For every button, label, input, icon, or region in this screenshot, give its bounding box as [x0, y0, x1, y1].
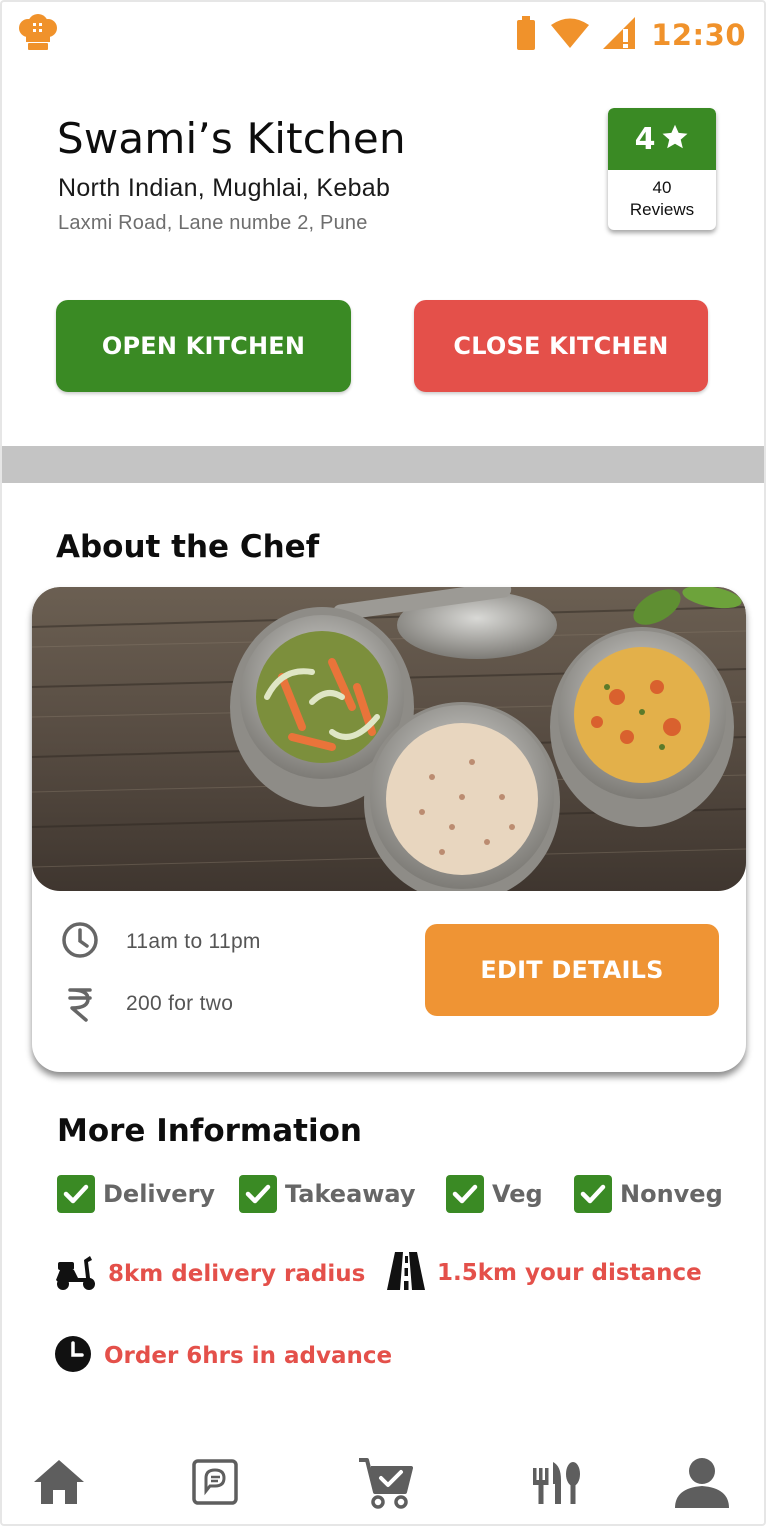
option-label: Veg — [492, 1180, 543, 1208]
service-options: Delivery Takeaway Veg Nonveg — [57, 1175, 737, 1215]
review-label: Reviews — [629, 200, 695, 219]
cart-icon — [357, 1454, 413, 1514]
chef-card: 11am to 11pm 200 for two EDIT DETAILS — [32, 587, 746, 1072]
bottom-navigation — [2, 1442, 764, 1524]
option-takeaway[interactable]: Takeaway — [239, 1175, 416, 1213]
option-label: Takeaway — [285, 1180, 416, 1208]
checkbox-checked-icon[interactable] — [446, 1175, 484, 1213]
checkbox-checked-icon[interactable] — [239, 1175, 277, 1213]
distance-info: 1.5km your distance — [387, 1252, 702, 1294]
rupee-icon — [60, 986, 100, 1022]
scooter-icon — [54, 1252, 96, 1296]
about-chef-heading: About the Chef — [56, 529, 320, 565]
review-count: 40 — [652, 178, 672, 197]
chef-hat-logo-icon — [16, 14, 60, 52]
profile-icon — [673, 1456, 731, 1512]
cutlery-icon — [531, 1458, 581, 1510]
nav-cart[interactable] — [355, 1454, 415, 1514]
delivery-radius-info: 8km delivery radius — [54, 1252, 365, 1296]
food-image — [32, 587, 746, 891]
rating-badge: 4 — [608, 108, 716, 170]
status-indicators: 12:30 — [515, 16, 746, 54]
clock-time: 12:30 — [651, 18, 746, 52]
rating-card[interactable]: 4 40 Reviews — [608, 108, 716, 230]
advance-order-info: Order 6hrs in advance — [54, 1335, 392, 1377]
nav-home[interactable] — [29, 1454, 89, 1514]
open-kitchen-button[interactable]: OPEN KITCHEN — [56, 300, 351, 392]
signal-icon — [603, 17, 637, 53]
battery-icon — [515, 16, 537, 54]
nav-chat[interactable] — [185, 1454, 245, 1514]
hours-row: 11am to 11pm — [60, 920, 261, 964]
chat-icon — [191, 1458, 239, 1510]
app-screen: 12:30 Swami’s Kitchen North Indian, Mugh… — [0, 0, 766, 1526]
your-distance: 1.5km your distance — [437, 1260, 702, 1286]
option-label: Nonveg — [620, 1180, 723, 1208]
status-bar: 12:30 — [2, 2, 764, 72]
section-divider — [2, 446, 764, 483]
kitchen-address: Laxmi Road, Lane numbe 2, Pune — [58, 212, 368, 234]
option-veg[interactable]: Veg — [446, 1175, 543, 1213]
cuisine-list: North Indian, Mughlai, Kebab — [58, 174, 391, 202]
option-delivery[interactable]: Delivery — [57, 1175, 215, 1213]
kitchen-name: Swami’s Kitchen — [57, 114, 406, 163]
checkbox-checked-icon[interactable] — [57, 1175, 95, 1213]
edit-details-button[interactable]: EDIT DETAILS — [425, 924, 719, 1016]
rating-value: 4 — [634, 121, 656, 157]
nav-profile[interactable] — [672, 1454, 732, 1514]
price-row: 200 for two — [60, 986, 233, 1022]
price-for-two: 200 for two — [126, 992, 234, 1015]
wifi-icon — [551, 18, 590, 52]
star-icon — [661, 123, 689, 155]
delivery-radius: 8km delivery radius — [108, 1261, 366, 1287]
checkbox-checked-icon[interactable] — [574, 1175, 612, 1213]
clock-icon — [60, 920, 100, 964]
opening-hours: 11am to 11pm — [126, 930, 261, 953]
close-kitchen-button[interactable]: CLOSE KITCHEN — [414, 300, 708, 392]
advance-order: Order 6hrs in advance — [104, 1343, 393, 1369]
nav-menu[interactable] — [526, 1454, 586, 1514]
option-label: Delivery — [103, 1180, 216, 1208]
home-icon — [32, 1458, 86, 1510]
more-information-heading: More Information — [57, 1113, 362, 1149]
option-nonveg[interactable]: Nonveg — [574, 1175, 723, 1213]
road-icon — [387, 1252, 425, 1294]
clock-filled-icon — [54, 1335, 92, 1377]
